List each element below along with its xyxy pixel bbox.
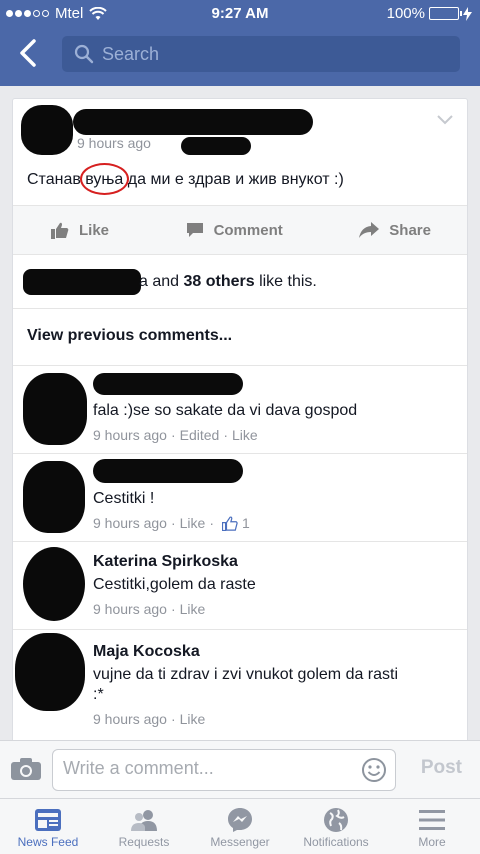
share-button[interactable]: Share (359, 222, 431, 239)
charging-icon (463, 6, 472, 21)
commenter-avatar[interactable] (23, 547, 85, 621)
comment-item: fala :)se so sakate da vi dava gospod 9 … (13, 365, 467, 453)
thumbs-up-icon (51, 222, 69, 239)
author-meta-redacted (181, 137, 251, 155)
likes-others[interactable]: 38 others (183, 273, 254, 290)
comment-item: Maja Kocoska vujne da ti zdrav i zvi vnu… (13, 629, 467, 747)
liker-name-redacted (23, 269, 141, 295)
chevron-down-icon[interactable] (437, 115, 453, 125)
search-input[interactable] (102, 43, 402, 65)
battery-percent: 100% (386, 5, 425, 22)
camera-icon[interactable] (10, 757, 42, 781)
likes-text: a and 38 others like this. (139, 273, 317, 291)
view-previous-comments[interactable]: View previous comments... (27, 327, 232, 345)
comment-time: 9 hours ago (93, 515, 167, 531)
like-label: Like (79, 221, 110, 239)
tab-label: Messenger (210, 835, 270, 849)
like-button[interactable]: Like (51, 222, 109, 239)
commenter-name[interactable]: Maja Kocoska (93, 643, 200, 661)
status-bar: Mtel 9:27 AM 100% (0, 0, 480, 28)
tab-messenger[interactable]: Messenger (192, 799, 288, 854)
post-text: Станав вуња да ми е здрав и жив внукот :… (27, 163, 344, 195)
comment-input-box[interactable] (52, 749, 396, 791)
comment-item: Katerina Spirkoska Cestitki,golem da ras… (13, 541, 467, 629)
comment-like-count: 1 (241, 515, 250, 531)
search-icon (74, 44, 94, 64)
comment-text: Cestitki,golem da raste (93, 576, 256, 593)
comment-text: fala :)se so sakate da vi dava gospod (93, 402, 358, 419)
post-timestamp: 9 hours ago (77, 135, 151, 151)
post-actions: Like Comment Share (13, 205, 467, 255)
comment-bubble-icon (186, 223, 203, 237)
commenter-avatar-redacted[interactable] (23, 461, 85, 533)
menu-icon (419, 810, 445, 830)
smiley-icon[interactable] (361, 757, 387, 783)
commenter-name-redacted[interactable] (93, 373, 243, 395)
likes-tail: like this. (254, 273, 317, 290)
globe-icon (324, 808, 348, 832)
comment-time: 9 hours ago (93, 601, 167, 617)
comment-like-link[interactable]: Like (232, 427, 258, 443)
post-text-after: да ми е здрав и жив внукот :) (123, 171, 344, 188)
author-name-redacted[interactable] (73, 109, 313, 135)
comment-meta: 9 hours ago · Like · 1 (93, 515, 250, 531)
comment-button[interactable]: Comment (186, 222, 283, 239)
comment-composer: Post (0, 740, 480, 798)
messenger-icon (228, 808, 252, 832)
post-text-circled: вуња (80, 163, 130, 195)
comment-item: Cestitki ! 9 hours ago · Like · 1 (13, 453, 467, 541)
comment-time: 9 hours ago (93, 427, 167, 443)
comment-meta: 9 hours ago · Edited · Like (93, 427, 258, 443)
battery-icon (429, 7, 462, 20)
tab-label: Requests (118, 835, 170, 849)
bottom-tab-bar: News Feed Requests Messenger Notificatio… (0, 798, 480, 854)
likes-suffix: a and (139, 273, 184, 290)
post-text-before: Станав (27, 171, 86, 188)
post-header: 9 hours ago (13, 99, 467, 157)
comment-meta: 9 hours ago · Like (93, 711, 206, 727)
thumbs-up-icon (221, 515, 238, 531)
tab-label: Notifications (303, 835, 369, 849)
comment-text: Cestitki ! (93, 490, 155, 507)
news-feed-icon (35, 809, 61, 831)
post-card: 9 hours ago Станав вуња да ми е здрав и … (12, 98, 468, 748)
share-label: Share (389, 221, 431, 239)
friend-requests-icon (131, 810, 157, 831)
search-bar[interactable] (62, 36, 460, 72)
comment-meta: 9 hours ago · Like (93, 601, 206, 617)
tab-news-feed[interactable]: News Feed (0, 799, 96, 854)
commenter-avatar[interactable] (15, 633, 85, 711)
tab-notifications[interactable]: Notifications (288, 799, 384, 854)
comment-input[interactable] (63, 758, 343, 779)
tab-label: News Feed (17, 835, 79, 849)
battery: 100% (387, 5, 472, 22)
comment-edited[interactable]: Edited (180, 427, 220, 443)
comment-time: 9 hours ago (93, 711, 167, 727)
commenter-avatar-redacted[interactable] (23, 373, 87, 445)
post-comment-button[interactable]: Post (421, 757, 462, 779)
tab-requests[interactable]: Requests (96, 799, 192, 854)
comment-label: Comment (213, 221, 283, 239)
comment-like-link[interactable]: Like (180, 711, 206, 727)
commenter-name[interactable]: Katerina Spirkoska (93, 553, 238, 571)
tab-label: More (418, 835, 446, 849)
comment-like-link[interactable]: Like (180, 515, 206, 531)
comment-like-link[interactable]: Like (180, 601, 206, 617)
likes-summary[interactable]: a and 38 others like this. (13, 255, 467, 309)
commenter-name-redacted[interactable] (93, 459, 243, 483)
back-arrow-icon[interactable] (16, 38, 42, 68)
share-arrow-icon (359, 222, 380, 238)
top-bar: Mtel 9:27 AM 100% (0, 0, 480, 86)
comment-text: vujne da ti zdrav i zvi vnukot golem da … (93, 666, 399, 703)
author-avatar-redacted[interactable] (21, 105, 73, 155)
tab-more[interactable]: More (384, 799, 480, 854)
